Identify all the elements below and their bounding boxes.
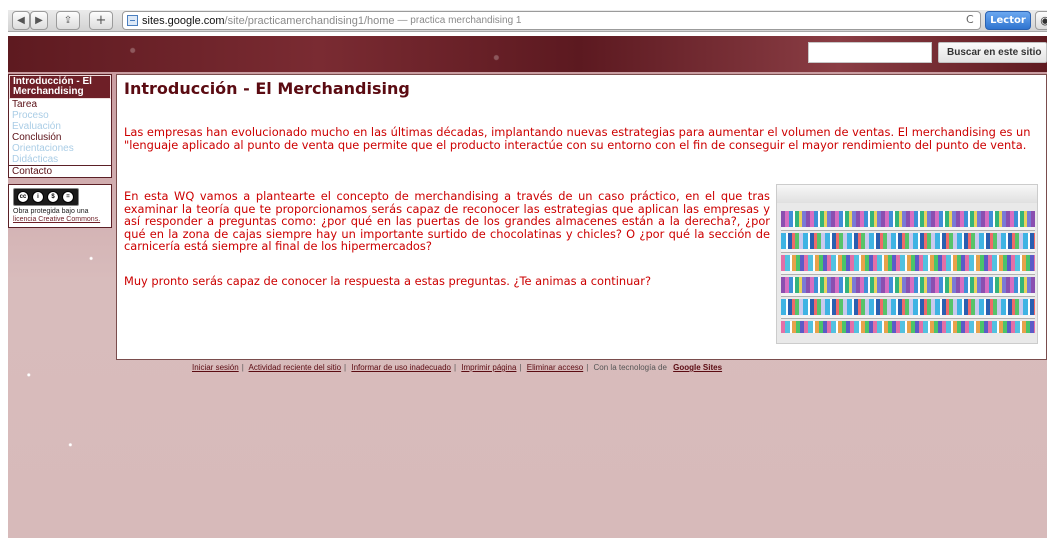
site-header: Buscar en este sitio — [8, 36, 1047, 72]
forward-icon[interactable]: ▶ — [30, 11, 48, 30]
closing-paragraph: Muy pronto serás capaz de conocer la res… — [124, 274, 652, 288]
footer-powered-text: Con la tecnología de — [593, 363, 667, 372]
url-path: /site/practicamerchandising1/home — [224, 14, 395, 27]
extension-icon[interactable]: ◉ — [1035, 11, 1047, 30]
footer-link-recent-activity[interactable]: Actividad reciente del sitio — [249, 363, 342, 372]
supermarket-shelf-image — [776, 184, 1038, 344]
intro-paragraph: Las empresas han evolucionado mucho en l… — [124, 125, 1031, 152]
reload-icon[interactable]: C — [966, 13, 974, 26]
license-text: Obra protegida bajo una — [13, 208, 89, 215]
sidebar-item-contacto[interactable]: Contacto — [9, 165, 111, 177]
search-input[interactable] — [808, 42, 932, 63]
sidebar-item-proceso[interactable]: Proceso — [9, 110, 111, 121]
license-link[interactable]: licencia Creative Commons. — [13, 216, 100, 223]
reader-button[interactable]: Lector — [985, 11, 1031, 30]
address-bar[interactable]: sites.google.com/site/practicamerchandis… — [122, 11, 981, 30]
sidebar: Introducción - El Merchandising Tarea Pr… — [8, 74, 112, 228]
body-paragraph: En esta WQ vamos a plantearte el concept… — [124, 189, 770, 254]
sidebar-nav: Introducción - El Merchandising Tarea Pr… — [8, 74, 112, 178]
footer-link-login[interactable]: Iniciar sesión — [192, 363, 239, 372]
footer-link-print[interactable]: Imprimir página — [461, 363, 516, 372]
site-favicon-icon — [127, 15, 138, 26]
share-icon[interactable]: ⇪ — [56, 11, 80, 30]
sidebar-item-orientaciones[interactable]: Orientaciones Didácticas — [9, 143, 111, 165]
url-domain: sites.google.com — [142, 14, 225, 27]
main-content: Introducción - El Merchandising Las empr… — [116, 74, 1047, 360]
license-box: cc i $ = Obra protegida bajo una licencia C… — [8, 184, 112, 228]
back-icon[interactable]: ◀ — [12, 11, 30, 30]
creative-commons-badge-icon[interactable]: cc i $ = — [13, 188, 79, 206]
footer-google-sites-link[interactable]: Google Sites — [673, 363, 722, 372]
new-tab-icon[interactable]: + — [89, 11, 113, 30]
page-tab-title: — practica merchandising 1 — [397, 15, 522, 26]
web-page: Buscar en este sitio Introducción - El M… — [8, 36, 1047, 538]
site-footer: Iniciar sesión | Actividad reciente del s… — [192, 363, 723, 372]
sidebar-item-tarea[interactable]: Tarea — [9, 99, 111, 110]
browser-toolbar: ◀ ▶ ⇪ + sites.google.com/site/practicame… — [8, 10, 1047, 32]
sidebar-item-introduccion[interactable]: Introducción - El Merchandising — [9, 75, 111, 99]
browser-chrome: ◀ ▶ ⇪ + sites.google.com/site/practicame… — [0, 0, 1047, 36]
footer-link-remove-access[interactable]: Eliminar acceso — [527, 363, 583, 372]
search-button[interactable]: Buscar en este sitio — [938, 42, 1047, 63]
page-title: Introducción - El Merchandising — [124, 79, 410, 98]
footer-link-report-abuse[interactable]: Informar de uso inadecuado — [351, 363, 451, 372]
sidebar-item-evaluacion[interactable]: Evaluación — [9, 121, 111, 132]
sidebar-item-conclusion[interactable]: Conclusión — [9, 132, 111, 143]
